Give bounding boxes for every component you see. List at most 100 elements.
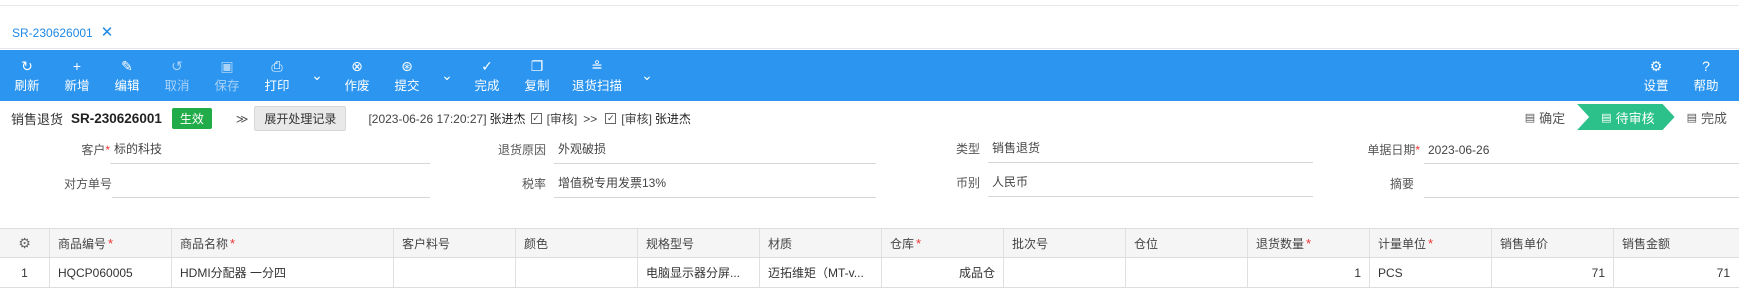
- column-header[interactable]: 销售金额: [1614, 229, 1738, 257]
- step-pending-review: ▤ 待审核: [1577, 104, 1674, 130]
- void-button[interactable]: ⊗ 作废: [332, 50, 382, 101]
- tab-document[interactable]: SR-230626001 ✕: [0, 12, 126, 55]
- table-cell[interactable]: 71: [1614, 258, 1738, 287]
- column-header[interactable]: 退货数量 *: [1248, 229, 1370, 257]
- return-reason-label: 退货原因: [497, 143, 546, 157]
- copy-button[interactable]: ❐ 复制: [512, 50, 562, 101]
- column-header[interactable]: 颜色: [516, 229, 638, 257]
- submit-button[interactable]: ⊛ 提交: [382, 50, 432, 101]
- currency-field: 币别 人民币: [880, 173, 1313, 197]
- table-cell[interactable]: 71: [1492, 258, 1614, 287]
- type-label: 类型: [955, 142, 980, 156]
- table-cell[interactable]: [394, 258, 516, 287]
- column-header[interactable]: 材质: [760, 229, 882, 257]
- table-cell[interactable]: HQCP060005: [50, 258, 172, 287]
- customer-label: 客户*: [81, 143, 110, 157]
- void-icon: ⊗: [351, 57, 363, 74]
- save-icon: ▣: [220, 57, 234, 74]
- table-row[interactable]: 1 HQCP060005 HDMI分配器 一分四 电脑显示器分屏... 迈拓维矩…: [0, 258, 1739, 288]
- expand-log-button[interactable]: 展开处理记录: [254, 106, 347, 131]
- cancel-button[interactable]: ↺ 取消: [152, 50, 202, 101]
- column-header[interactable]: 仓库 *: [882, 229, 1004, 257]
- customer-input[interactable]: 标的科技: [110, 140, 430, 164]
- step-label: 待审核: [1615, 110, 1655, 126]
- print-button[interactable]: ⎙ 打印: [252, 50, 302, 101]
- undo-icon: ↺: [171, 57, 183, 74]
- complete-button[interactable]: ✓ 完成: [462, 50, 512, 101]
- table-cell[interactable]: [1004, 258, 1126, 287]
- return-scan-label: 退货扫描: [571, 78, 622, 93]
- table-cell[interactable]: PCS: [1370, 258, 1492, 287]
- check-icon: ✓: [481, 57, 493, 74]
- type-input[interactable]: 销售退货: [988, 139, 1313, 163]
- scan-dropdown-button[interactable]: ⌄: [632, 50, 662, 101]
- settings-button[interactable]: ⚙ 设置: [1631, 50, 1681, 101]
- table-cell[interactable]: 迈拓维矩（MT-v...: [760, 258, 882, 287]
- table-cell[interactable]: HDMI分配器 一分四: [172, 258, 394, 287]
- header-form: 客户* 标的科技 退货原因 外观破损 类型 销售退货 单据日期* 2023-06…: [0, 136, 1739, 208]
- submit-icon: ⊛: [401, 57, 413, 74]
- column-header[interactable]: 客户料号: [394, 229, 516, 257]
- check-icon: ✓: [530, 113, 542, 124]
- column-header[interactable]: 规格型号: [638, 229, 760, 257]
- summary-input[interactable]: [1424, 174, 1739, 198]
- add-button[interactable]: + 新增: [52, 50, 102, 101]
- table-cell[interactable]: 成品仓: [882, 258, 1004, 287]
- type-field: 类型 销售退货: [880, 139, 1313, 163]
- column-header[interactable]: 商品编号 *: [50, 229, 172, 257]
- table-cell[interactable]: [1126, 258, 1248, 287]
- help-button[interactable]: ? 帮助: [1681, 50, 1731, 101]
- submit-dropdown-button[interactable]: ⌄: [432, 50, 462, 101]
- column-header[interactable]: 商品名称 *: [172, 229, 394, 257]
- return-scan-button[interactable]: ≗ 退货扫描: [562, 50, 632, 101]
- chevron-down-icon: ⌄: [311, 67, 323, 83]
- copy-label: 复制: [524, 78, 550, 93]
- expand-icon[interactable]: ≫: [236, 112, 249, 126]
- counterparty-no-input[interactable]: [112, 174, 430, 198]
- tax-rate-input[interactable]: 增值税专用发票13%: [554, 174, 876, 198]
- doc-type: 销售退货: [11, 112, 64, 127]
- step-label: 完成: [1700, 110, 1727, 126]
- scan-icon: ≗: [591, 57, 603, 74]
- tax-rate-label: 税率: [521, 177, 546, 191]
- gear-icon[interactable]: ⚙: [18, 235, 31, 252]
- log-time: [2023-06-26 17:20:27]: [368, 111, 487, 126]
- close-icon[interactable]: ✕: [101, 25, 114, 40]
- save-button[interactable]: ▣ 保存: [202, 50, 252, 101]
- column-header[interactable]: 销售单价: [1492, 229, 1614, 257]
- column-header[interactable]: 计量单位 *: [1370, 229, 1492, 257]
- table-cell[interactable]: 1: [1248, 258, 1370, 287]
- doc-date-field: 单据日期* 2023-06-26: [1320, 140, 1739, 164]
- print-dropdown-button[interactable]: ⌄: [302, 50, 332, 101]
- save-label: 保存: [214, 78, 240, 93]
- column-header[interactable]: 仓位: [1126, 229, 1248, 257]
- document-icon: ▤: [1686, 111, 1697, 124]
- gear-icon: ⚙: [1649, 57, 1663, 74]
- currency-input[interactable]: 人民币: [988, 173, 1313, 197]
- cancel-label: 取消: [164, 78, 190, 93]
- add-label: 新增: [64, 78, 90, 93]
- refresh-button[interactable]: ↻ 刷新: [2, 50, 52, 101]
- doc-date-input[interactable]: 2023-06-26: [1424, 140, 1739, 164]
- row-number: 1: [0, 258, 50, 287]
- edit-button[interactable]: ✎ 编辑: [102, 50, 152, 101]
- doc-date-label: 单据日期*: [1367, 143, 1420, 157]
- return-reason-input[interactable]: 外观破损: [554, 140, 876, 164]
- document-info-bar: 销售退货 SR-230626001 生效 ≫ 展开处理记录 [2023-06-2…: [0, 101, 1739, 136]
- column-header[interactable]: 批次号: [1004, 229, 1126, 257]
- help-icon: ?: [1702, 57, 1710, 74]
- table-cell[interactable]: 电脑显示器分屏...: [638, 258, 760, 287]
- print-label: 打印: [264, 78, 290, 93]
- refresh-icon: ↻: [21, 57, 33, 74]
- submit-label: 提交: [394, 78, 420, 93]
- doc-number: SR-230626001: [71, 111, 162, 126]
- tab-label: SR-230626001: [12, 25, 93, 40]
- process-log: [2023-06-26 17:20:27] 张进杰 ✓ [审核] >> ✓ [审…: [368, 110, 691, 127]
- printer-icon: ⎙: [271, 57, 283, 74]
- void-label: 作废: [344, 78, 370, 93]
- table-cell[interactable]: [516, 258, 638, 287]
- grid-header: ⚙ 商品编号 * 商品名称 * 客户料号 颜色 规格型号 材质 仓库 * 批次号 仓位…: [0, 228, 1739, 258]
- step-complete: ▤ 完成: [1675, 104, 1739, 130]
- log-user: 张进杰: [489, 112, 526, 126]
